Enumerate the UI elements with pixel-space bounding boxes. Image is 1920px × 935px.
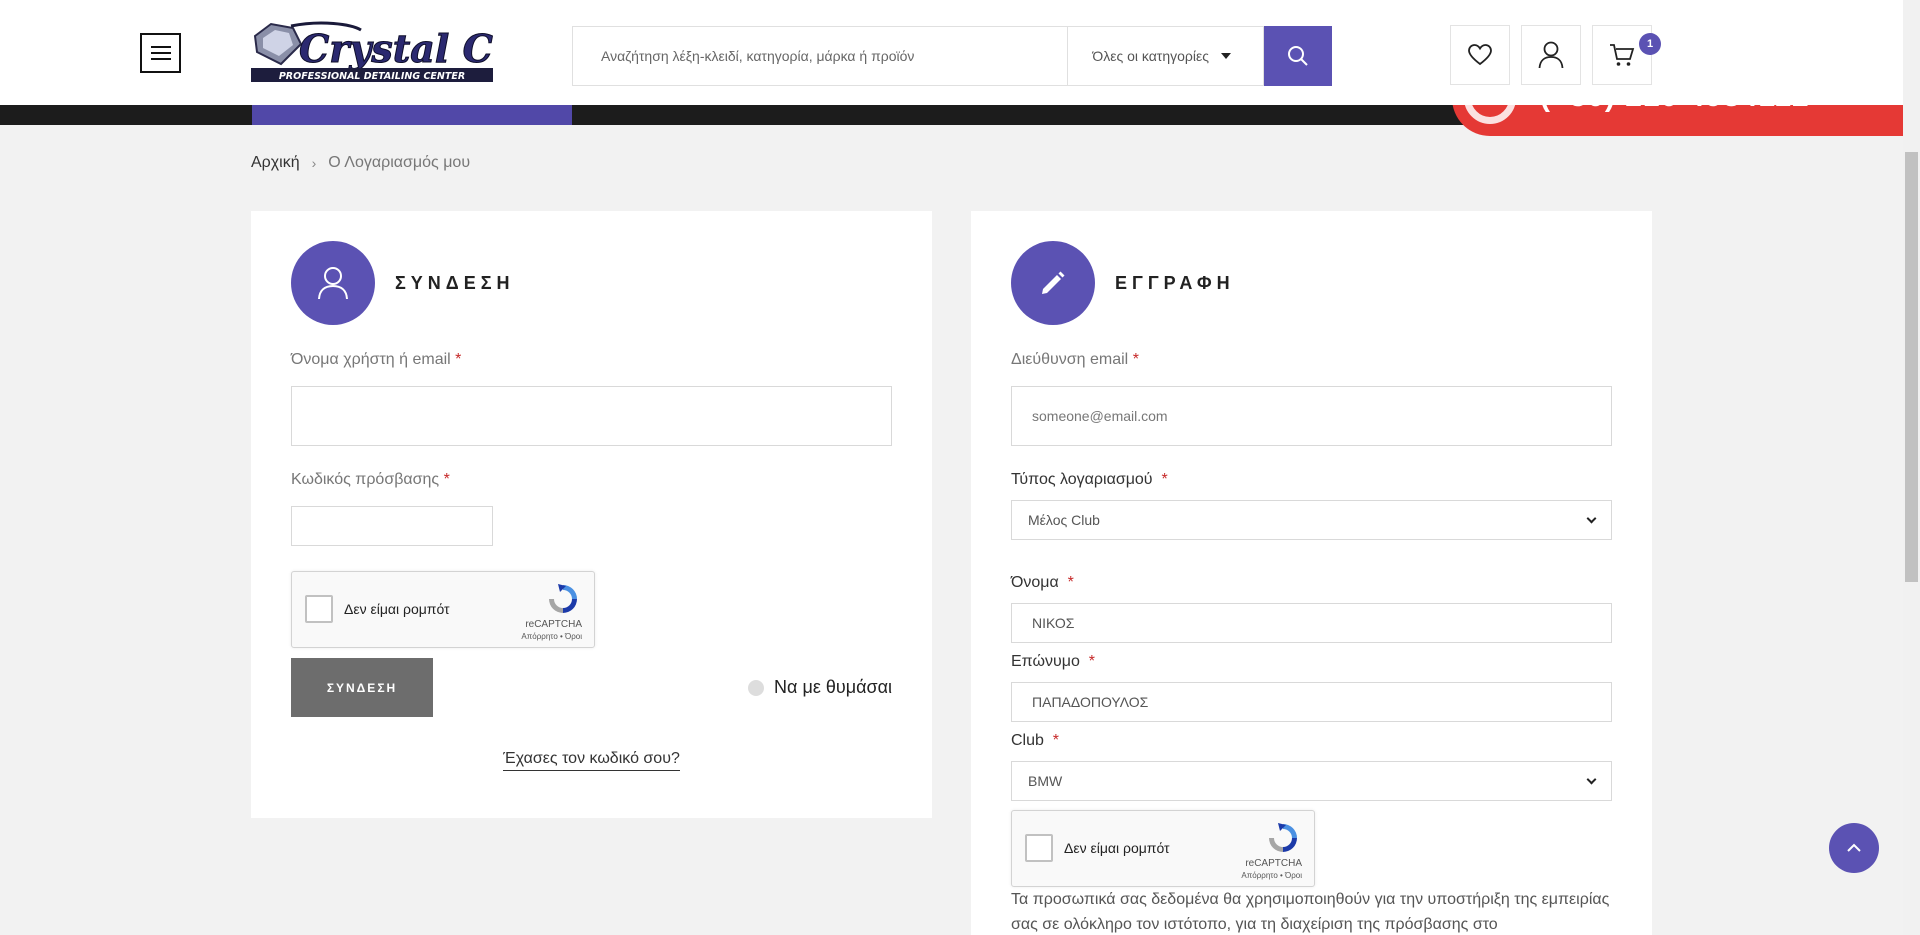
cart-count-badge: 1 xyxy=(1639,33,1661,55)
back-to-top-button[interactable] xyxy=(1829,823,1879,873)
login-header: ΣΥΝΔΕΣΗ xyxy=(291,241,515,325)
breadcrumb-current: Ο Λογαριασμός μου xyxy=(328,154,471,171)
user-icon xyxy=(1538,41,1564,69)
recaptcha-text: Δεν είμαι ρομπότ xyxy=(1064,840,1170,856)
remember-me-label: Να με θυμάσαι xyxy=(774,677,892,697)
email-label-text: Διεύθυνση email xyxy=(1011,351,1129,368)
heart-icon xyxy=(1468,44,1492,66)
club-label-text: Club xyxy=(1011,732,1044,749)
login-recaptcha: Δεν είμαι ρομπότ reCAPTCHA Απόρρητο • Όρ… xyxy=(291,571,595,648)
cart-button[interactable]: 1 xyxy=(1592,25,1661,85)
username-label: Όνομα χρήστη ή email * xyxy=(291,351,461,369)
club-value: BMW xyxy=(1028,773,1063,789)
login-avatar xyxy=(291,241,375,325)
register-recaptcha: Δεν είμαι ρομπότ reCAPTCHA Απόρρητο • Όρ… xyxy=(1011,810,1315,887)
remember-me-radio[interactable] xyxy=(748,679,765,696)
recaptcha-terms[interactable]: Απόρρητο • Όροι xyxy=(1241,871,1302,880)
login-title: ΣΥΝΔΕΣΗ xyxy=(395,272,515,293)
first-name-label: Όνομα * xyxy=(1011,574,1074,592)
lost-password-link[interactable]: Έχασες τον κωδικό σου? xyxy=(503,750,680,771)
username-input[interactable] xyxy=(291,386,892,446)
recaptcha-text: Δεν είμαι ρομπότ xyxy=(344,601,450,617)
breadcrumb-home[interactable]: Αρχική xyxy=(251,154,300,172)
last-name-input[interactable] xyxy=(1011,682,1612,722)
search-input[interactable] xyxy=(572,26,1068,86)
remember-me[interactable]: Να με θυμάσαι xyxy=(748,677,892,698)
recaptcha-checkbox[interactable] xyxy=(305,595,333,623)
svg-text:PROFESSIONAL DETAILING CENTER: PROFESSIONAL DETAILING CENTER xyxy=(279,71,465,82)
email-input[interactable] xyxy=(1011,386,1612,446)
required-mark: * xyxy=(455,351,462,368)
recaptcha-checkbox[interactable] xyxy=(1025,834,1053,862)
svg-text:Crystal Clear: Crystal Clear xyxy=(299,26,493,71)
privacy-notice: Τα προσωπικά σας δεδομένα θα χρησιμοποιη… xyxy=(1011,891,1610,933)
username-label-text: Όνομα χρήστη ή email xyxy=(291,351,451,368)
required-mark: * xyxy=(1088,653,1095,670)
site-header: Crystal Clear PROFESSIONAL DETAILING CEN… xyxy=(0,0,1903,105)
last-name-label: Επώνυμο * xyxy=(1011,653,1095,671)
recaptcha-brand: reCAPTCHA xyxy=(525,619,582,630)
user-icon xyxy=(318,267,348,300)
nav-category-tab[interactable] xyxy=(252,105,572,125)
password-label-text: Κωδικός πρόσβασης xyxy=(291,471,440,488)
first-name-label-text: Όνομα xyxy=(1011,574,1059,591)
account-button[interactable] xyxy=(1521,25,1581,85)
chevron-right-icon: › xyxy=(311,155,317,171)
lost-password: Έχασες τον κωδικό σου? xyxy=(251,750,932,771)
password-input[interactable] xyxy=(291,506,493,546)
menu-button[interactable] xyxy=(140,33,181,73)
required-mark: * xyxy=(1052,732,1060,749)
account-type-label: Τύπος λογαριασμού * xyxy=(1011,471,1168,489)
search-bar: Όλες οι κατηγορίες xyxy=(572,26,1333,86)
required-mark: * xyxy=(443,471,450,488)
login-card: ΣΥΝΔΕΣΗ Όνομα χρήστη ή email * Κωδικός π… xyxy=(251,211,932,818)
breadcrumb: Αρχική › Ο Λογαριασμός μου xyxy=(251,154,470,172)
caret-down-icon xyxy=(1220,53,1231,59)
search-button[interactable] xyxy=(1264,26,1333,86)
account-type-label-text: Τύπος λογαριασμού xyxy=(1011,471,1153,488)
register-card: ΕΓΓΡΑΦΗ Διεύθυνση email * Τύπος λογαριασ… xyxy=(971,211,1652,935)
club-select[interactable]: BMW xyxy=(1011,761,1612,801)
login-button[interactable]: ΣΥΝΔΕΣΗ xyxy=(291,658,433,717)
recaptcha-icon xyxy=(1269,823,1297,852)
logo[interactable]: Crystal Clear PROFESSIONAL DETAILING CEN… xyxy=(251,18,493,86)
account-type-value: Μέλος Club xyxy=(1028,512,1100,528)
last-name-label-text: Επώνυμο xyxy=(1011,653,1080,670)
search-icon xyxy=(1288,46,1308,66)
scrollbar-thumb[interactable] xyxy=(1905,152,1918,582)
account-type-select[interactable]: Μέλος Club xyxy=(1011,500,1612,540)
category-select-value: Όλες οι κατηγορίες xyxy=(1092,48,1209,64)
first-name-input[interactable] xyxy=(1011,603,1612,643)
chevron-down-icon xyxy=(1586,513,1597,523)
password-label: Κωδικός πρόσβασης * xyxy=(291,471,450,489)
club-label: Club * xyxy=(1011,732,1059,750)
register-header: ΕΓΓΡΑΦΗ xyxy=(1011,241,1235,325)
menu-icon xyxy=(150,46,171,60)
register-avatar xyxy=(1011,241,1095,325)
pencil-icon xyxy=(1042,271,1065,294)
required-mark: * xyxy=(1067,574,1074,591)
cart-icon xyxy=(1610,44,1635,66)
required-mark: * xyxy=(1132,351,1139,368)
chevron-down-icon xyxy=(1586,774,1597,784)
chevron-up-icon xyxy=(1847,843,1861,852)
required-mark: * xyxy=(1161,471,1168,488)
category-select[interactable]: Όλες οι κατηγορίες xyxy=(1067,26,1265,86)
wishlist-button[interactable] xyxy=(1450,25,1510,85)
recaptcha-brand: reCAPTCHA xyxy=(1245,858,1302,869)
email-label: Διεύθυνση email * xyxy=(1011,351,1139,369)
register-title: ΕΓΓΡΑΦΗ xyxy=(1115,272,1235,293)
recaptcha-terms[interactable]: Απόρρητο • Όροι xyxy=(521,632,582,641)
recaptcha-icon xyxy=(549,584,577,613)
